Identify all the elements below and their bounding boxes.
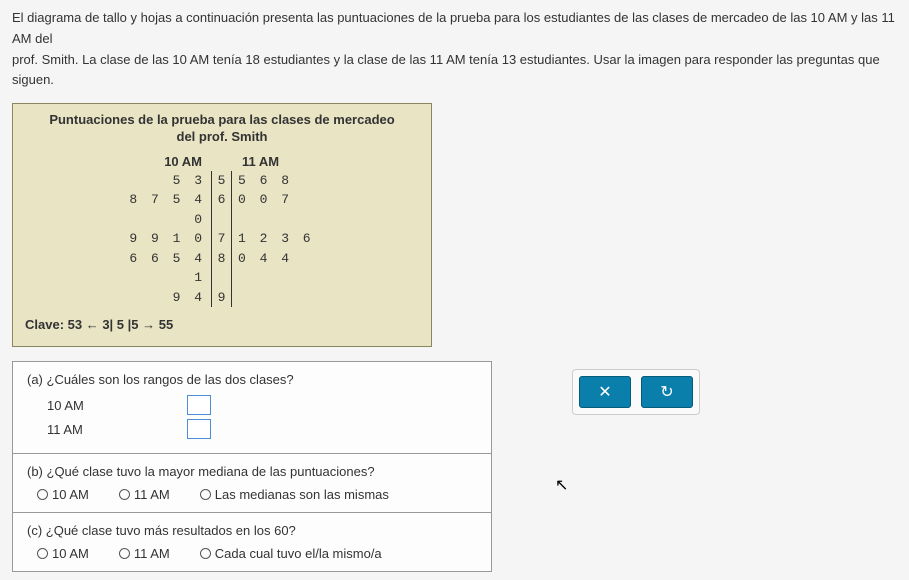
leaves-right: 0 4 4 (232, 249, 322, 288)
intro-line-1: El diagrama de tallo y hojas a continuac… (12, 10, 895, 46)
radio-icon (200, 489, 211, 500)
diagram-title-1: Puntuaciones de la prueba para las clase… (49, 112, 394, 127)
key-text: Clave: 53 ← 3| 5 |5 → 55 (25, 317, 173, 332)
range-label-11am: 11 AM (47, 422, 187, 437)
option-b-11am[interactable]: 11 AM (119, 487, 170, 502)
option-label: 11 AM (134, 487, 170, 502)
column-headers: 10 AM 11 AM (122, 154, 322, 169)
stem-leaf-diagram: Puntuaciones de la prueba para las clase… (12, 103, 432, 347)
radio-icon (119, 548, 130, 559)
option-c-same[interactable]: Cada cual tuvo el/la mismo/a (200, 546, 382, 561)
stem: 5 (212, 171, 232, 191)
header-10am: 10 AM (122, 154, 212, 169)
leaves-left: 6 6 5 4 1 (122, 249, 212, 288)
leaves-right: 1 2 3 6 (232, 229, 322, 249)
close-button[interactable]: ✕ (579, 376, 631, 408)
table-row: 9 9 1 0 7 1 2 3 6 (122, 229, 322, 249)
question-b: (b) ¿Qué clase tuvo la mayor mediana de … (13, 454, 491, 513)
option-label: Las medianas son las mismas (215, 487, 389, 502)
cursor-icon: ↖ (555, 475, 568, 495)
option-b-10am[interactable]: 10 AM (37, 487, 89, 502)
option-label: Cada cual tuvo el/la mismo/a (215, 546, 382, 561)
diagram-title: Puntuaciones de la prueba para las clase… (25, 112, 419, 146)
intro-line-2: prof. Smith. La clase de las 10 AM tenía… (12, 52, 880, 88)
stem-leaf-table: 10 AM 11 AM 5 3 5 5 6 8 8 7 5 4 0 6 0 0 … (122, 154, 322, 308)
question-c: (c) ¿Qué clase tuvo más resultados en lo… (13, 513, 491, 571)
questions-panel: (a) ¿Cuáles son los rangos de las dos cl… (12, 361, 492, 572)
option-b-same[interactable]: Las medianas son las mismas (200, 487, 389, 502)
problem-intro: El diagrama de tallo y hojas a continuac… (12, 8, 897, 91)
range-label-10am: 10 AM (47, 398, 187, 413)
range-row-11am: 11 AM (47, 419, 477, 439)
range-row-10am: 10 AM (47, 395, 477, 415)
leaves-right (232, 288, 322, 308)
table-row: 6 6 5 4 1 8 0 4 4 (122, 249, 322, 288)
radio-icon (119, 489, 130, 500)
header-11am: 11 AM (232, 154, 322, 169)
reset-icon: ↻ (660, 382, 673, 402)
option-c-11am[interactable]: 11 AM (119, 546, 170, 561)
question-a: (a) ¿Cuáles son los rangos de las dos cl… (13, 362, 491, 454)
range-input-10am[interactable] (187, 395, 211, 415)
diagram-title-2: del prof. Smith (177, 129, 268, 144)
range-input-11am[interactable] (187, 419, 211, 439)
radio-icon (37, 548, 48, 559)
stem: 8 (212, 249, 232, 288)
option-label: 10 AM (52, 487, 89, 502)
stem: 9 (212, 288, 232, 308)
table-row: 9 4 9 (122, 288, 322, 308)
option-c-10am[interactable]: 10 AM (37, 546, 89, 561)
reset-button[interactable]: ↻ (641, 376, 693, 408)
option-label: 11 AM (134, 546, 170, 561)
radio-icon (37, 489, 48, 500)
leaves-left: 9 9 1 0 (122, 229, 212, 249)
table-row: 8 7 5 4 0 6 0 0 7 (122, 190, 322, 229)
leaves-left: 5 3 (122, 171, 212, 191)
question-c-text: (c) ¿Qué clase tuvo más resultados en lo… (27, 523, 477, 538)
radio-icon (200, 548, 211, 559)
option-label: 10 AM (52, 546, 89, 561)
question-b-text: (b) ¿Qué clase tuvo la mayor mediana de … (27, 464, 477, 479)
question-a-text: (a) ¿Cuáles son los rangos de las dos cl… (27, 372, 477, 387)
stem: 6 (212, 190, 232, 229)
question-b-options: 10 AM 11 AM Las medianas son las mismas (37, 487, 477, 502)
question-c-options: 10 AM 11 AM Cada cual tuvo el/la mismo/a (37, 546, 477, 561)
leaves-left: 8 7 5 4 0 (122, 190, 212, 229)
leaves-right: 0 0 7 (232, 190, 322, 229)
key-legend: Clave: 53 ← 3| 5 |5 → 55 (25, 317, 419, 332)
action-buttons: ✕ ↻ (572, 369, 700, 415)
close-icon: ✕ (598, 382, 611, 402)
leaves-left: 9 4 (122, 288, 212, 308)
table-row: 5 3 5 5 6 8 (122, 171, 322, 191)
leaves-right: 5 6 8 (232, 171, 322, 191)
stem: 7 (212, 229, 232, 249)
